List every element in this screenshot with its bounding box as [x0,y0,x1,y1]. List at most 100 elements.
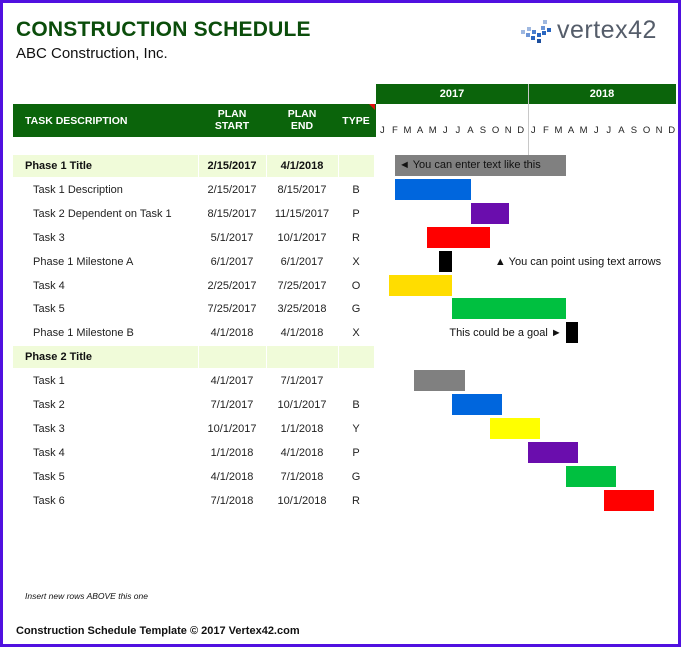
plan-end-cell[interactable]: 11/15/2017 [266,208,338,220]
task-bar[interactable] [394,178,471,200]
month-label: M [554,125,563,136]
phase-bar[interactable]: ◄ You can enter text like this [394,155,566,176]
task-bar[interactable] [426,226,490,248]
type-cell[interactable]: B [338,399,374,411]
task-row[interactable]: Task 3 10/1/2017 1/1/2018 Y [13,418,374,440]
plan-end-cell[interactable]: 8/15/2017 [266,184,338,196]
type-cell[interactable]: P [338,208,374,220]
footer-copyright[interactable]: Construction Schedule Template © 2017 Ve… [16,625,300,637]
task-row[interactable]: Task 5 7/25/2017 3/25/2018 G [13,298,374,320]
plan-end-cell[interactable]: 6/1/2017 [266,256,338,268]
plan-start-cell[interactable]: 7/1/2018 [198,495,266,507]
plan-start-cell[interactable]: 4/1/2018 [198,471,266,483]
task-row[interactable]: Task 4 1/1/2018 4/1/2018 P [13,442,374,464]
month-label: A [567,125,575,136]
cell-separator [198,346,199,369]
type-cell[interactable]: X [338,256,374,268]
task-row[interactable]: Task 2 Dependent on Task 1 8/15/2017 11/15… [13,203,374,225]
comment-indicator[interactable] [369,104,375,110]
month-label: A [467,125,474,136]
month-label: S [479,125,487,136]
task-row[interactable]: Task 6 7/1/2018 10/1/2018 R [13,490,374,512]
task-row[interactable]: Task 5 4/1/2018 7/1/2018 G [13,466,374,488]
month-label: N [504,125,512,136]
task-bar[interactable] [489,417,541,439]
type-cell[interactable]: O [338,280,374,292]
task-description-cell[interactable]: Task 3 [33,232,65,244]
task-description-cell[interactable]: Task 1 Description [33,184,123,196]
type-cell[interactable]: Y [338,423,374,435]
header-plan-end-line2: END [290,120,314,132]
task-description-cell[interactable]: Task 4 [33,280,65,292]
plan-end-cell[interactable]: 10/1/2017 [266,399,338,411]
plan-end-cell[interactable]: 7/1/2017 [266,375,338,387]
task-description-cell[interactable]: Task 3 [33,423,65,435]
plan-end-cell[interactable]: 10/1/2017 [266,232,338,244]
plan-start-cell[interactable]: 1/1/2018 [198,447,266,459]
task-description-cell[interactable]: Task 2 [33,399,65,411]
type-cell[interactable]: R [338,495,374,507]
task-row[interactable]: Task 3 5/1/2017 10/1/2017 R [13,227,374,249]
task-bar[interactable] [527,441,579,463]
milestone-row[interactable]: Phase 1 Milestone A 6/1/2017 6/1/2017 X [13,251,374,273]
plan-start-cell[interactable]: 2/25/2017 [198,280,266,292]
task-row[interactable]: Task 2 7/1/2017 10/1/2017 B [13,394,374,416]
type-cell[interactable]: R [338,232,374,244]
plan-start-cell[interactable]: 7/25/2017 [198,303,266,315]
plan-start-cell[interactable]: 4/1/2018 [198,327,266,339]
task-row[interactable]: Task 1 Description 2/15/2017 8/15/2017 B [13,179,374,201]
plan-end-cell[interactable]: 7/25/2017 [266,280,338,292]
task-bar[interactable] [451,298,566,320]
plan-end-cell[interactable]: 4/1/2018 [266,447,338,459]
milestone-marker[interactable] [565,322,579,344]
type-cell[interactable]: B [338,184,374,196]
plan-start-cell[interactable]: 8/15/2017 [198,208,266,220]
task-description-cell[interactable]: Task 6 [33,495,65,507]
task-bar[interactable] [603,489,655,511]
task-description-cell[interactable]: Task 4 [33,447,65,459]
task-description-cell[interactable]: Phase 1 Milestone A [33,256,133,268]
plan-end-cell[interactable]: 4/1/2018 [266,327,338,339]
type-cell[interactable]: G [338,303,374,315]
task-description-cell[interactable]: Phase 2 Title [25,351,92,363]
plan-start-cell[interactable]: 10/1/2017 [198,423,266,435]
vertex42-logo[interactable]: vertex42 [519,16,669,50]
cell-separator [338,346,339,369]
type-cell[interactable]: G [338,471,374,483]
plan-end-cell[interactable]: 7/1/2018 [266,471,338,483]
milestone-marker[interactable] [439,250,452,272]
task-bar[interactable] [470,202,509,224]
task-bar[interactable] [388,274,452,296]
task-description-cell[interactable]: Task 2 Dependent on Task 1 [33,208,172,220]
phase-row[interactable]: Phase 2 Title [13,346,374,369]
task-bar[interactable] [451,394,503,415]
plan-start-cell[interactable]: 6/1/2017 [198,256,266,268]
plan-end-cell[interactable]: 1/1/2018 [266,423,338,435]
header-plan-end-line1: PLAN [287,108,317,120]
month-label: J [530,125,536,136]
task-description-cell[interactable]: Task 1 [33,375,65,387]
type-cell[interactable]: P [338,447,374,459]
plan-start-cell[interactable]: 4/1/2017 [198,375,266,387]
task-row[interactable]: Task 4 2/25/2017 7/25/2017 O [13,275,374,297]
task-description-cell[interactable]: Phase 1 Title [25,160,92,172]
plan-start-cell[interactable]: 7/1/2017 [198,399,266,411]
month-label: J [606,125,612,136]
task-bar[interactable] [413,370,465,392]
plan-end-cell[interactable]: 4/1/2018 [266,160,338,172]
type-cell[interactable]: X [338,327,374,339]
plan-start-cell[interactable]: 2/15/2017 [198,184,266,196]
plan-start-cell[interactable]: 5/1/2017 [198,232,266,244]
header-plan-start-line2: START [214,120,250,132]
plan-end-cell[interactable]: 10/1/2018 [266,495,338,507]
header-plan-end: PLAN END [271,108,333,132]
phase-row[interactable]: Phase 1 Title 2/15/2017 4/1/2018 [13,155,374,177]
task-description-cell[interactable]: Task 5 [33,303,65,315]
task-description-cell[interactable]: Phase 1 Milestone B [33,327,134,339]
milestone-row[interactable]: Phase 1 Milestone B 4/1/2018 4/1/2018 X [13,322,374,344]
task-bar[interactable] [565,465,617,487]
plan-start-cell[interactable]: 2/15/2017 [198,160,266,172]
task-row[interactable]: Task 1 4/1/2017 7/1/2017 [13,370,374,392]
plan-end-cell[interactable]: 3/25/2018 [266,303,338,315]
task-description-cell[interactable]: Task 5 [33,471,65,483]
